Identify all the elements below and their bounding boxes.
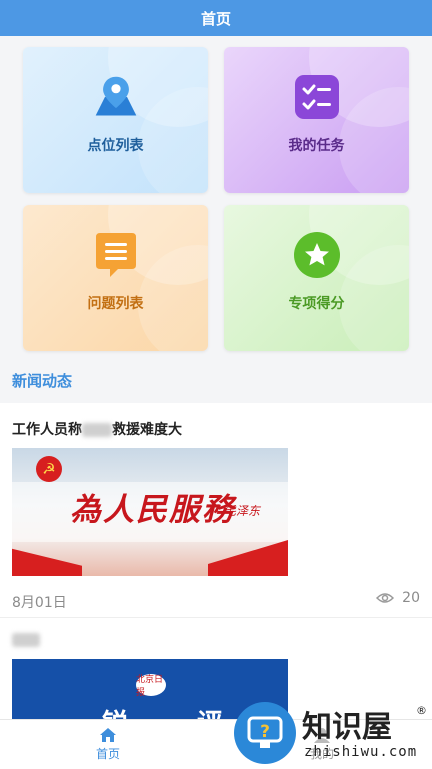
watermark-url: zhishiwu.com	[304, 744, 418, 760]
card-label: 问题列表	[87, 296, 144, 312]
help-monitor-icon: ?	[234, 702, 296, 764]
home-icon	[100, 728, 116, 742]
my-tasks-card[interactable]: 我的任务	[224, 47, 409, 193]
newspaper-logo: 北京日报	[136, 674, 166, 698]
card-label: 点位列表	[87, 138, 144, 154]
header-bar: 首页	[0, 0, 432, 36]
red-flag-right	[208, 540, 288, 576]
image-signature: 毛泽东	[224, 504, 261, 518]
message-list-icon	[92, 231, 140, 279]
card-label: 专项得分	[288, 296, 345, 312]
news-views: 20	[376, 590, 420, 606]
svg-text:?: ?	[260, 722, 270, 742]
views-count: 20	[402, 590, 420, 606]
tab-home[interactable]: 首页	[58, 720, 158, 769]
redacted-text	[12, 632, 40, 647]
task-list-icon	[293, 73, 341, 121]
news-date: 8月01日	[12, 595, 67, 611]
party-emblem-icon: ☭	[36, 456, 62, 482]
page-title: 首页	[200, 9, 231, 28]
news-item-title[interactable]: 工作人员称 救援难度大	[12, 419, 182, 439]
registered-mark: ®	[416, 704, 427, 717]
divider	[0, 617, 432, 618]
map-location-icon	[92, 73, 140, 121]
image-headline: 锐 评	[102, 703, 253, 719]
feature-grid: 点位列表 我的任务 问题列表 专项得分	[0, 36, 432, 364]
news-item-title[interactable]	[12, 629, 40, 648]
news-section-title: 新闻动态	[12, 372, 73, 390]
tab-label: 首页	[95, 747, 120, 761]
star-icon	[293, 231, 341, 279]
watermark: ? 知识屋 ® zhishiwu.com	[232, 700, 432, 768]
eye-icon	[376, 593, 395, 603]
news-image[interactable]: ☭ 為人民服務 毛泽东	[12, 448, 288, 576]
point-list-card[interactable]: 点位列表	[23, 47, 208, 193]
redacted-text	[82, 423, 112, 437]
problem-list-card[interactable]: 问题列表	[23, 205, 208, 351]
special-score-card[interactable]: 专项得分	[224, 205, 409, 351]
card-label: 我的任务	[288, 138, 345, 154]
news-list: 工作人员称救援难度大 ☭ 為人民服務 毛泽东 8月01日 20 北京日报 锐 评	[0, 403, 432, 719]
red-flag-left	[12, 548, 82, 576]
watermark-name: 知识屋	[302, 710, 392, 745]
image-calligraphy: 為人民服務	[70, 492, 235, 528]
